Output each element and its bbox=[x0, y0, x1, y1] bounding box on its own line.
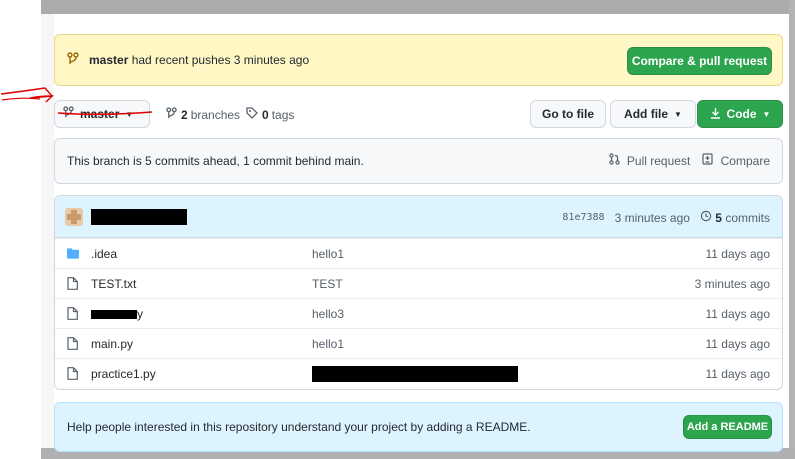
add-file-button[interactable]: Add file ▼ bbox=[610, 100, 696, 128]
file-age: 11 days ago bbox=[705, 366, 771, 381]
readme-prompt-message: Help people interested in this repositor… bbox=[67, 420, 531, 434]
file-row[interactable]: main.py hello1 11 days ago bbox=[55, 328, 782, 358]
file-name[interactable]: TEST.txt bbox=[91, 277, 312, 291]
file-commit-message[interactable]: hello3 bbox=[312, 307, 344, 321]
file-name[interactable]: .idea bbox=[91, 247, 312, 261]
add-file-label: Add file bbox=[624, 107, 669, 121]
file-icon bbox=[67, 277, 79, 290]
branches-count: 2 bbox=[181, 108, 188, 122]
compare-label: Compare bbox=[720, 154, 770, 168]
file-age: 11 days ago bbox=[705, 246, 771, 261]
comparison-actions: Pull request Compare bbox=[608, 153, 770, 168]
code-label: Code bbox=[726, 107, 757, 121]
file-icon bbox=[67, 367, 79, 380]
recent-pushes-banner: master had recent pushes 3 minutes ago C… bbox=[54, 34, 783, 86]
branch-comparison-bar: This branch is 5 commits ahead, 1 commit… bbox=[54, 138, 783, 184]
file-row[interactable]: TEST.txt TEST 3 minutes ago bbox=[55, 268, 782, 298]
git-branch-icon bbox=[166, 107, 177, 123]
file-commit-message[interactable]: hello1 bbox=[312, 337, 344, 351]
avatar[interactable] bbox=[65, 207, 83, 226]
redacted-commit-message bbox=[312, 365, 518, 382]
file-row[interactable]: practice1.py 11 days ago bbox=[55, 358, 782, 388]
file-name[interactable]: practice1.py bbox=[91, 367, 312, 381]
git-branch-icon bbox=[67, 51, 79, 69]
go-to-file-button[interactable]: Go to file bbox=[530, 100, 606, 128]
push-message: master had recent pushes 3 minutes ago bbox=[89, 53, 309, 67]
folder-icon bbox=[67, 248, 79, 259]
commit-sha-link[interactable]: 81e7388 bbox=[562, 212, 604, 223]
file-commit-message[interactable]: hello1 bbox=[312, 247, 344, 261]
frame-left-gutter bbox=[41, 0, 54, 459]
pull-request-link[interactable]: Pull request bbox=[608, 153, 691, 168]
file-name-partially-redacted[interactable]: y bbox=[91, 307, 312, 321]
ahead-behind-message: This branch is 5 commits ahead, 1 commit… bbox=[67, 154, 364, 168]
tags-count: 0 bbox=[262, 107, 269, 122]
file-age: 11 days ago bbox=[705, 336, 771, 351]
file-browser: 81e7388 3 minutes ago 5 commits .idea he… bbox=[54, 195, 783, 390]
chevron-down-icon: ▼ bbox=[762, 109, 771, 119]
push-message-text: had recent pushes 3 minutes ago bbox=[131, 53, 310, 67]
redacted-commit-message bbox=[91, 208, 187, 225]
tag-icon bbox=[246, 107, 258, 122]
file-age: 11 days ago bbox=[705, 306, 771, 321]
red-annotation-arrow bbox=[0, 87, 153, 116]
pull-request-label: Pull request bbox=[626, 154, 691, 168]
commits-history-link[interactable]: 5 commits bbox=[700, 210, 770, 225]
repo-content: master had recent pushes 3 minutes ago C… bbox=[54, 14, 789, 452]
commits-count: 5 bbox=[715, 211, 722, 225]
file-icon bbox=[67, 337, 79, 350]
commit-meta: 81e7388 3 minutes ago 5 commits bbox=[562, 210, 770, 226]
compare-link[interactable]: Compare bbox=[702, 153, 770, 168]
left-margin bbox=[0, 0, 41, 459]
latest-commit-header: 81e7388 3 minutes ago 5 commits bbox=[55, 196, 782, 238]
download-icon bbox=[710, 107, 721, 122]
file-name-suffix: y bbox=[137, 306, 143, 321]
compare-pull-request-button[interactable]: Compare & pull request bbox=[627, 47, 772, 75]
code-button[interactable]: Code ▼ bbox=[697, 100, 783, 128]
pushed-branch-name[interactable]: master bbox=[89, 53, 128, 67]
file-commit-message[interactable]: TEST bbox=[312, 277, 343, 291]
file-row[interactable]: y hello3 11 days ago bbox=[55, 298, 782, 328]
right-scroll-gutter bbox=[789, 0, 795, 459]
branch-toolbar: master ▼ 2 branches 0 tags Go to file Ad… bbox=[54, 86, 783, 128]
tags-link[interactable]: 0 tags bbox=[246, 107, 294, 122]
add-readme-button[interactable]: Add a README bbox=[683, 415, 772, 439]
redacted-file-name bbox=[91, 309, 137, 319]
branches-label: branches bbox=[190, 108, 241, 122]
file-age: 3 minutes ago bbox=[694, 276, 770, 291]
commits-label: commits bbox=[725, 211, 770, 225]
add-readme-prompt: Help people interested in this repositor… bbox=[54, 402, 783, 452]
commit-time: 3 minutes ago bbox=[614, 210, 690, 225]
file-icon bbox=[67, 307, 79, 320]
file-row[interactable]: .idea hello1 11 days ago bbox=[55, 238, 782, 268]
top-shade bbox=[41, 0, 795, 14]
chevron-down-icon: ▼ bbox=[674, 109, 682, 119]
history-icon bbox=[700, 210, 715, 225]
tags-label: tags bbox=[271, 107, 295, 122]
pull-request-icon bbox=[608, 153, 623, 168]
diff-icon bbox=[702, 153, 716, 168]
file-name[interactable]: main.py bbox=[91, 337, 312, 351]
branches-link[interactable]: 2 branches bbox=[166, 107, 240, 123]
